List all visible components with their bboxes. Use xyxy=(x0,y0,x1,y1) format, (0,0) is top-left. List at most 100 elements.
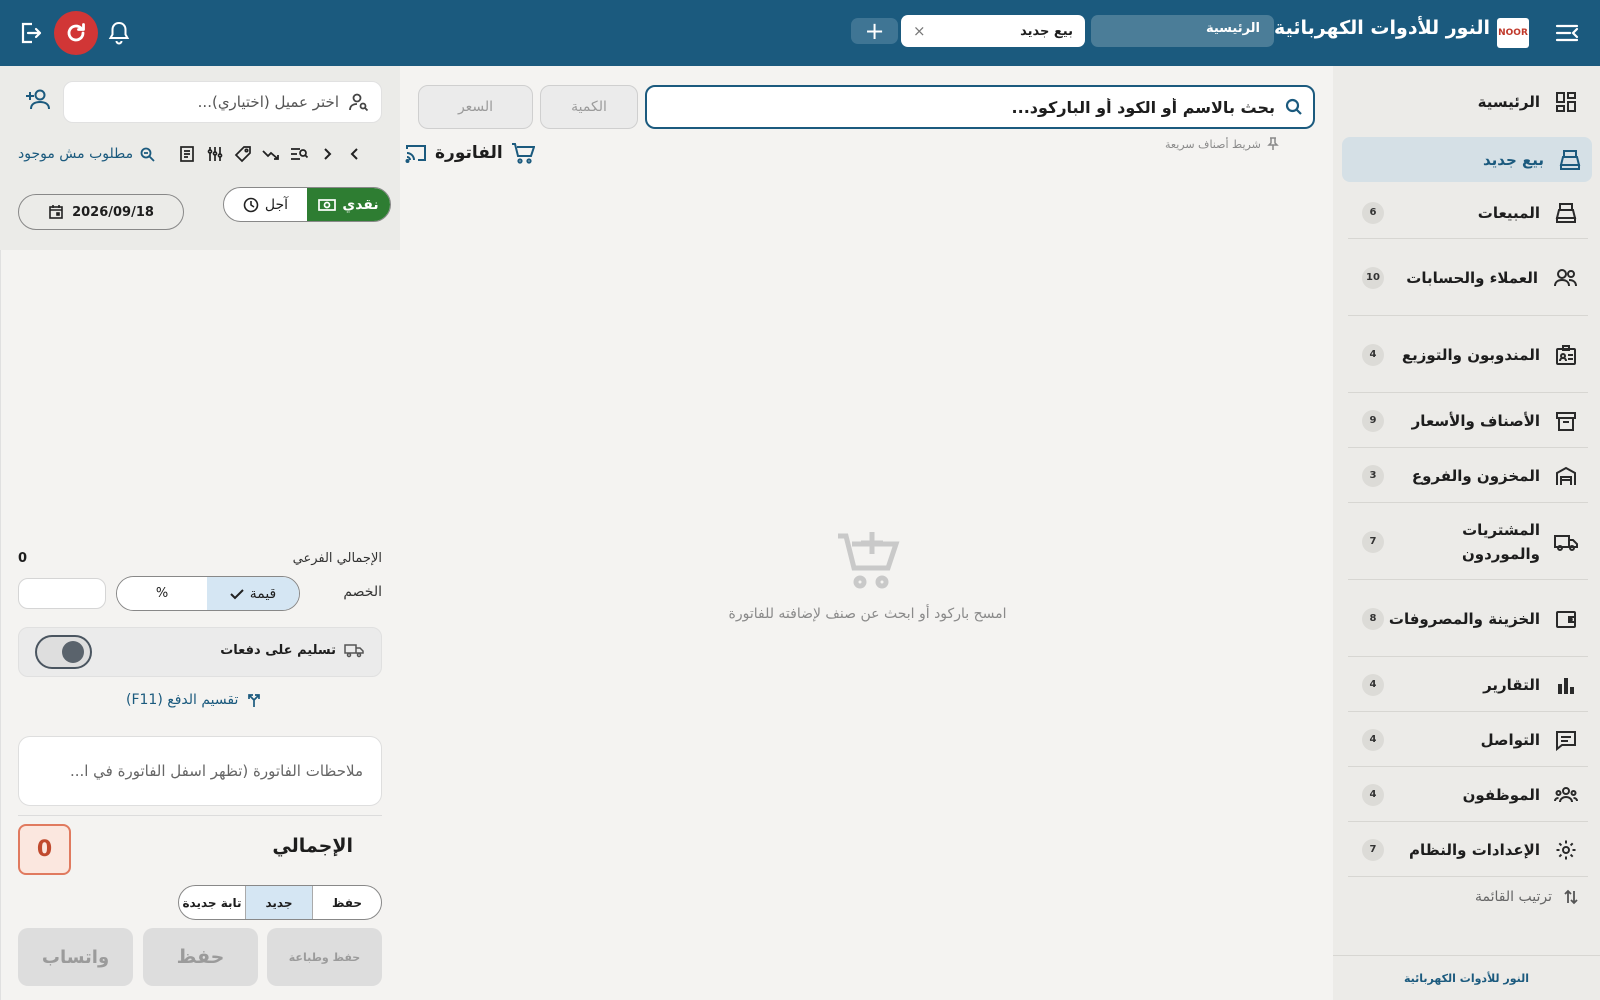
sidebar-item-label: الموظفون xyxy=(1462,785,1540,804)
sidebar-item-label: المبيعات xyxy=(1477,203,1540,222)
archive-icon xyxy=(1552,407,1580,435)
customer-select[interactable]: اختر عميل (اختياري)... xyxy=(63,81,382,123)
customer-placeholder: اختر عميل (اختياري)... xyxy=(197,93,339,111)
badge-icon xyxy=(1552,341,1580,369)
sidebar-item-label: التقارير xyxy=(1483,675,1540,694)
pin-icon xyxy=(1267,137,1279,151)
refresh-button[interactable] xyxy=(54,11,98,55)
subtotal-value: 0 xyxy=(18,551,28,566)
empty-message: امسح باركود أو ابحث عن صنف لإضافته للفات… xyxy=(728,606,1007,622)
sidebar-item-agents[interactable]: المندوبون والتوزيع 4 xyxy=(1348,317,1588,393)
delivery-installments-switch[interactable] xyxy=(35,635,92,669)
discount-value-option[interactable]: قيمة xyxy=(207,577,299,610)
sidebar-item-label: التواصل xyxy=(1480,730,1540,749)
sidebar-item-new-sale[interactable]: بيع جديد xyxy=(1342,137,1592,182)
cast-display-icon[interactable] xyxy=(405,143,427,163)
sidebar-item-label: المشتريات والموردون xyxy=(1461,520,1540,563)
credit-option-label: آجل xyxy=(264,196,289,213)
invoice-toolbar: مطلوب مش موجود xyxy=(18,144,398,164)
quick-items-bar-toggle[interactable]: شريط أصناف سريعة xyxy=(1165,137,1279,151)
filter-list-icon[interactable] xyxy=(289,144,309,164)
group-icon xyxy=(1552,781,1580,809)
invoice-notes-field[interactable]: ملاحظات الفاتورة (تظهر اسفل الفاتورة في … xyxy=(18,736,382,806)
discount-percent-option[interactable]: % xyxy=(117,577,207,610)
app-logo: NOOR xyxy=(1497,18,1529,48)
mode-new-tab-option[interactable]: تابة جديدة xyxy=(179,886,245,919)
tab-home-label: الرئيسية xyxy=(1205,21,1260,36)
trend-icon[interactable] xyxy=(261,144,281,164)
sidebar-item-employees[interactable]: الموظفون 4 xyxy=(1348,768,1588,822)
count-badge: 3 xyxy=(1362,464,1384,487)
save-button[interactable]: حفظ xyxy=(143,928,258,986)
add-to-cart-icon xyxy=(700,530,1035,590)
discount-amount-input[interactable] xyxy=(18,578,106,609)
sidebar-item-label: بيع جديد xyxy=(1483,150,1544,169)
add-tab-button[interactable]: + xyxy=(851,18,898,44)
person-search-icon xyxy=(349,92,369,112)
notifications-bell-icon[interactable] xyxy=(104,18,134,48)
cart-icon xyxy=(511,142,535,164)
people-icon xyxy=(1552,264,1580,292)
receipt-icon[interactable] xyxy=(177,144,197,164)
sidebar-item-items[interactable]: الأصناف والأسعار 9 xyxy=(1348,394,1588,448)
cash-option[interactable]: نقدي xyxy=(307,188,390,221)
sort-menu-button[interactable]: ترتيب القائمة xyxy=(1360,888,1580,906)
truck-icon xyxy=(344,642,364,658)
gear-icon xyxy=(1552,836,1580,864)
save-and-print-button[interactable]: حفظ وطباعة xyxy=(267,928,382,986)
tab-home[interactable]: الرئيسية xyxy=(1091,15,1274,47)
delivery-installments-label-group: تسليم على دفعات xyxy=(220,642,364,658)
sidebar-item-treasury[interactable]: الخزينة والمصروفات 8 xyxy=(1348,581,1588,657)
search-icon xyxy=(1285,98,1303,116)
divider xyxy=(18,815,382,816)
tab-new-sale[interactable]: بيع جديد × xyxy=(901,15,1085,47)
sidebar-item-label: الخزينة والمصروفات xyxy=(1388,609,1540,628)
warehouse-icon xyxy=(1552,462,1580,490)
after-save-mode-toggle: حفظ جديد تابة جديدة xyxy=(178,885,382,920)
sidebar-item-communication[interactable]: التواصل 4 xyxy=(1348,713,1588,767)
chevron-right-icon[interactable] xyxy=(317,144,337,164)
missing-item-search-icon xyxy=(139,146,155,162)
invoice-header: الفاتورة xyxy=(405,142,535,164)
sidebar-item-label: الرئيسية xyxy=(1477,93,1540,111)
sidebar-item-settings[interactable]: الإعدادات والنظام 7 xyxy=(1348,823,1588,877)
refresh-icon xyxy=(67,23,85,42)
total-label: الإجمالي xyxy=(272,835,353,857)
price-input[interactable]: السعر xyxy=(418,85,533,129)
empty-invoice-state: امسح باركود أو ابحث عن صنف لإضافته للفات… xyxy=(700,530,1035,622)
sidebar-item-home[interactable]: الرئيسية xyxy=(1348,76,1588,128)
sidebar-item-purchases[interactable]: المشتريات والموردون 7 xyxy=(1348,504,1588,580)
sidebar-item-reports[interactable]: التقارير 4 xyxy=(1348,658,1588,712)
price-tag-icon[interactable] xyxy=(233,144,253,164)
truck-icon xyxy=(1552,528,1580,556)
whatsapp-button[interactable]: واتساب xyxy=(18,928,133,986)
bar-chart-icon xyxy=(1552,671,1580,699)
tools-icon[interactable] xyxy=(205,144,225,164)
split-payment-link[interactable]: تقسيم الدفع (F11) xyxy=(126,692,262,708)
count-badge: 4 xyxy=(1362,783,1384,806)
product-search-input[interactable] xyxy=(657,97,1275,117)
sidebar-item-sales[interactable]: المبيعات 6 xyxy=(1348,187,1588,239)
sidebar-item-customers[interactable]: العملاء والحسابات 10 xyxy=(1348,240,1588,316)
missing-item-link[interactable]: مطلوب مش موجود xyxy=(18,146,155,162)
product-search-box[interactable] xyxy=(645,85,1315,129)
count-badge: 4 xyxy=(1362,673,1384,696)
menu-toggle-icon[interactable] xyxy=(1552,18,1582,48)
chevron-left-icon[interactable] xyxy=(345,144,365,164)
count-badge: 7 xyxy=(1362,530,1384,553)
mode-save-option[interactable]: حفظ xyxy=(313,886,381,919)
close-tab-icon[interactable]: × xyxy=(913,22,926,40)
delivery-installments-label: تسليم على دفعات xyxy=(220,642,336,658)
add-customer-icon[interactable] xyxy=(25,88,51,110)
payment-type-toggle: نقدي آجل xyxy=(223,187,391,222)
cash-icon xyxy=(318,198,337,212)
logout-icon[interactable] xyxy=(16,18,46,48)
quantity-input[interactable]: الكمية xyxy=(540,85,638,129)
sidebar-item-label: الأصناف والأسعار xyxy=(1411,411,1540,430)
invoice-date-picker[interactable]: 2026/09/18 xyxy=(18,194,184,230)
sidebar-item-inventory[interactable]: المخزون والفروع 3 xyxy=(1348,449,1588,503)
mode-new-option[interactable]: جديد xyxy=(245,886,313,919)
count-badge: 4 xyxy=(1362,728,1384,751)
credit-option[interactable]: آجل xyxy=(224,188,307,221)
notes-placeholder: ملاحظات الفاتورة (تظهر اسفل الفاتورة في … xyxy=(69,762,363,780)
